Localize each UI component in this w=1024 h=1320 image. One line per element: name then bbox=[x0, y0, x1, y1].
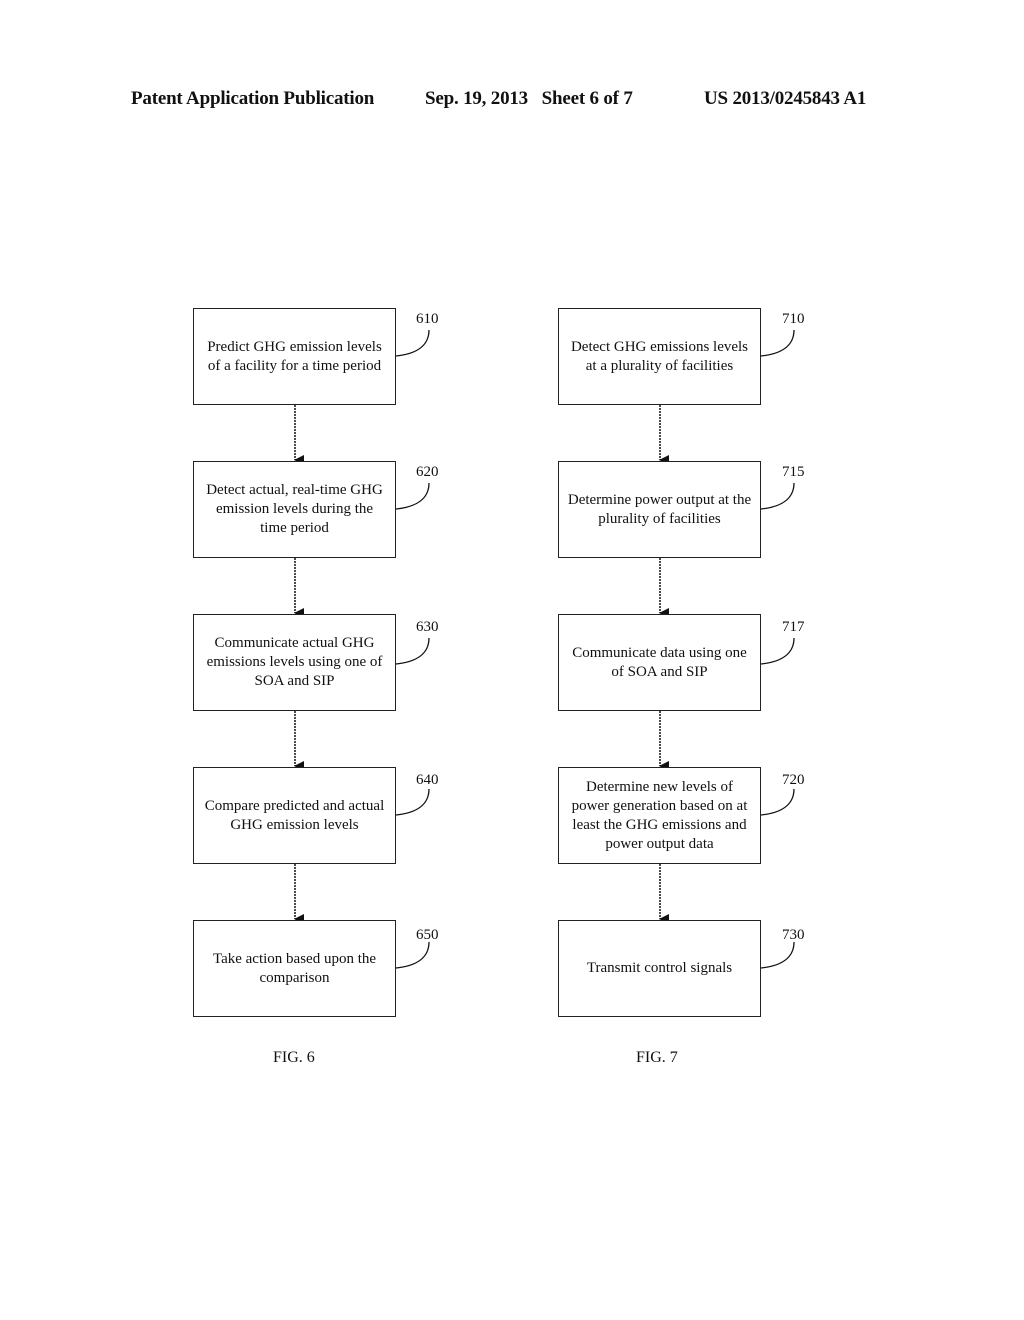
step-710-text: Detect GHG emissions levels at a plurali… bbox=[570, 338, 749, 374]
connector-layer bbox=[294, 329, 795, 969]
leader-line-715 bbox=[760, 482, 795, 510]
leader-line-620 bbox=[395, 482, 430, 510]
step-620-text: Detect actual, real-time GHG emission le… bbox=[206, 482, 383, 536]
step-650-box: Take action based upon the comparison bbox=[193, 920, 396, 1017]
step-610-text: Predict GHG emission levels of a facilit… bbox=[207, 338, 382, 374]
leader-line-710 bbox=[760, 329, 795, 357]
ref-label-715: 715 bbox=[782, 464, 805, 480]
figure-7-label: FIG. 7 bbox=[636, 1049, 678, 1066]
ref-label-730: 730 bbox=[782, 927, 805, 943]
leader-line-720 bbox=[760, 788, 795, 816]
leader-line-630 bbox=[395, 637, 430, 665]
step-620-box: Detect actual, real-time GHG emission le… bbox=[193, 461, 396, 558]
ref-label-630: 630 bbox=[416, 619, 439, 635]
ref-label-720: 720 bbox=[782, 772, 805, 788]
leader-line-717 bbox=[760, 637, 795, 665]
ref-label-610: 610 bbox=[416, 311, 439, 327]
step-630-box: Communicate actual GHG emissions levels … bbox=[193, 614, 396, 711]
leader-line-640 bbox=[395, 788, 430, 816]
ref-label-710: 710 bbox=[782, 311, 805, 327]
step-717-box: Communicate data using one of SOA and SI… bbox=[558, 614, 761, 711]
step-730-text: Transmit control signals bbox=[586, 960, 733, 976]
step-710-box: Detect GHG emissions levels at a plurali… bbox=[558, 308, 761, 405]
step-610-box: Predict GHG emission levels of a facilit… bbox=[193, 308, 396, 405]
figure-6-label: FIG. 6 bbox=[273, 1049, 315, 1066]
step-650-text: Take action based upon the comparison bbox=[212, 950, 377, 986]
ref-label-650: 650 bbox=[416, 927, 439, 943]
step-730-box: Transmit control signals bbox=[558, 920, 761, 1017]
step-717-text: Communicate data using one of SOA and SI… bbox=[572, 644, 747, 680]
step-630-text: Communicate actual GHG emissions levels … bbox=[206, 635, 383, 689]
leader-line-730 bbox=[760, 941, 795, 969]
leader-line-650 bbox=[395, 941, 430, 969]
step-715-text: Determine power output at the plurality … bbox=[567, 491, 752, 527]
ref-label-620: 620 bbox=[416, 464, 439, 480]
ref-label-640: 640 bbox=[416, 772, 439, 788]
step-720-box: Determine new levels of power generation… bbox=[558, 767, 761, 864]
leader-line-610 bbox=[395, 329, 430, 357]
step-720-text: Determine new levels of power generation… bbox=[571, 778, 748, 852]
step-640-text: Compare predicted and actual GHG emissio… bbox=[204, 797, 385, 833]
step-715-box: Determine power output at the plurality … bbox=[558, 461, 761, 558]
step-640-box: Compare predicted and actual GHG emissio… bbox=[193, 767, 396, 864]
ref-label-717: 717 bbox=[782, 619, 805, 635]
